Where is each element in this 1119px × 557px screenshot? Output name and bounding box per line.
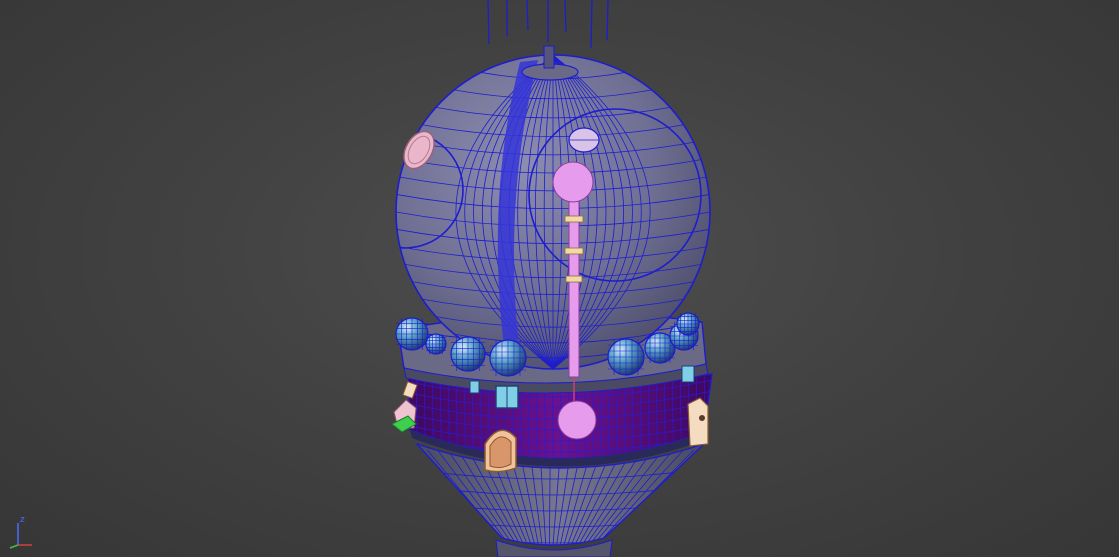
scene-canvas[interactable] bbox=[0, 0, 1119, 557]
z-axis-label: z bbox=[20, 515, 25, 525]
band-grid-line bbox=[720, 360, 722, 490]
porthole bbox=[607, 338, 645, 376]
axis-gizmo: z bbox=[6, 515, 36, 549]
porthole bbox=[395, 317, 429, 351]
porthole bbox=[450, 336, 486, 372]
3d-viewport[interactable]: z bbox=[0, 0, 1119, 557]
suspension-wires bbox=[487, 0, 609, 49]
porthole bbox=[489, 339, 527, 377]
top-disc bbox=[568, 127, 600, 153]
porthole bbox=[676, 312, 700, 336]
band-grid-line bbox=[711, 366, 712, 459]
porthole bbox=[425, 333, 447, 355]
